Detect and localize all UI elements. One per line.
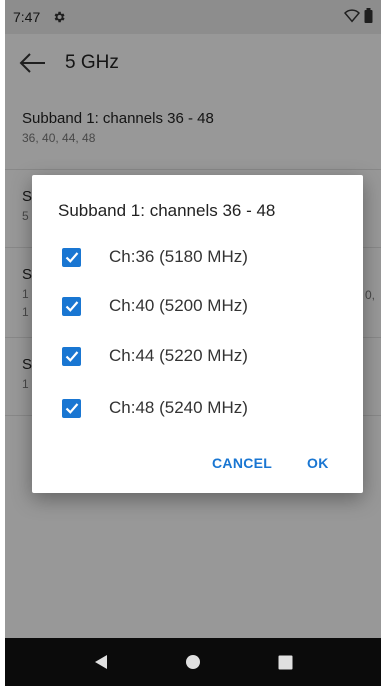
checkbox-checked-icon[interactable] <box>62 346 81 366</box>
option-label: Ch:40 (5200 MHz) <box>109 296 248 315</box>
dialog-title: Subband 1: channels 36 - 48 <box>58 201 276 220</box>
option-label: Ch:44 (5220 MHz) <box>109 346 248 365</box>
checkbox-checked-icon[interactable] <box>62 296 81 316</box>
option-ch36[interactable]: Ch:36 (5180 MHz) <box>32 231 363 283</box>
navigation-bar <box>5 638 381 686</box>
ok-button[interactable]: OK <box>307 455 329 471</box>
channel-select-dialog: Subband 1: channels 36 - 48 Ch:36 (5180 … <box>32 175 363 493</box>
option-label: Ch:36 (5180 MHz) <box>109 247 248 266</box>
cancel-button[interactable]: CANCEL <box>212 455 272 471</box>
back-triangle-icon[interactable] <box>81 642 121 682</box>
recents-square-icon[interactable] <box>265 642 305 682</box>
option-ch40[interactable]: Ch:40 (5200 MHz) <box>32 280 363 332</box>
checkbox-checked-icon[interactable] <box>62 398 81 418</box>
option-ch44[interactable]: Ch:44 (5220 MHz) <box>32 330 363 382</box>
phone-screen: 7:47 5 GHz Subband 1: channels 36 - 48 3… <box>5 0 381 686</box>
option-ch48[interactable]: Ch:48 (5240 MHz) <box>32 382 363 434</box>
dialog-actions: CANCEL OK <box>32 447 363 483</box>
home-circle-icon[interactable] <box>173 642 213 682</box>
option-label: Ch:48 (5240 MHz) <box>109 398 248 417</box>
checkbox-checked-icon[interactable] <box>62 247 81 267</box>
